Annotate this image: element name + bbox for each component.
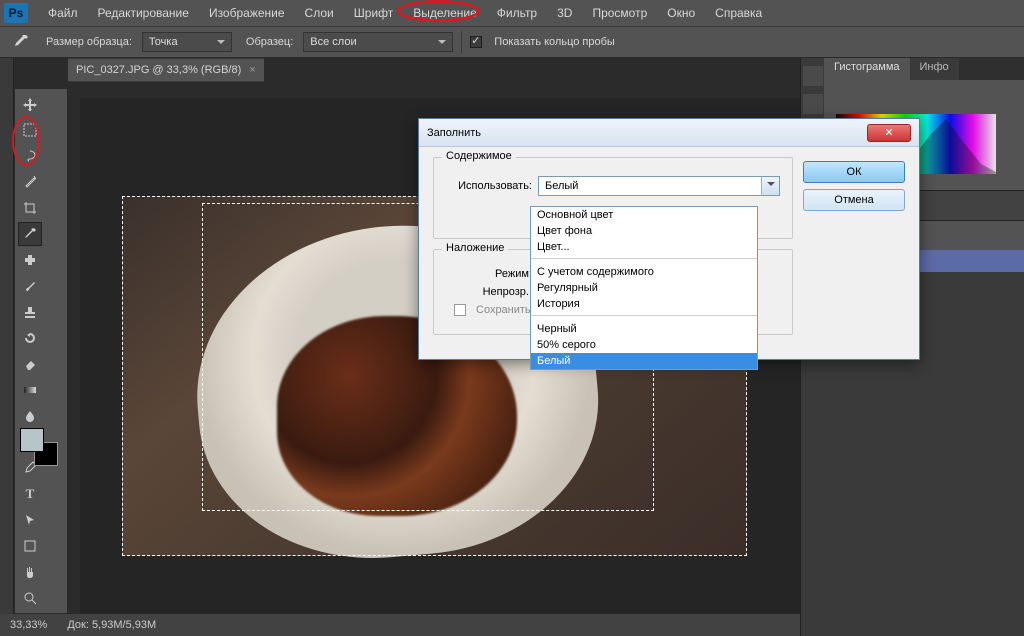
combo-dropdown-icon[interactable]: [761, 177, 779, 195]
sample-size-label: Размер образца:: [46, 36, 132, 48]
tab-info[interactable]: Инфо: [910, 58, 959, 80]
sample-value: Все слои: [310, 36, 356, 48]
left-dock-edge: [0, 58, 14, 636]
cancel-button[interactable]: Отмена: [803, 189, 905, 211]
gradient-tool[interactable]: [18, 378, 42, 402]
history-brush-tool[interactable]: [18, 326, 42, 350]
dialog-close-button[interactable]: ✕: [867, 124, 911, 142]
eyedropper-tool[interactable]: [18, 222, 42, 246]
menu-layer[interactable]: Слои: [295, 4, 344, 22]
document-tab[interactable]: PIC_0327.JPG @ 33,3% (RGB/8) ×: [68, 59, 264, 81]
color-swatches[interactable]: [14, 426, 68, 468]
type-tool[interactable]: T: [18, 482, 42, 506]
menu-3d[interactable]: 3D: [547, 4, 582, 22]
panel-tabs: Гистограмма Инфо: [824, 58, 1024, 80]
dropdown-item[interactable]: Черный: [531, 321, 757, 337]
show-ring-checkbox[interactable]: [470, 36, 482, 48]
options-bar: Размер образца: Точка Образец: Все слои …: [0, 26, 1024, 58]
document-tabs: PIC_0327.JPG @ 33,3% (RGB/8) ×: [68, 58, 264, 82]
sample-size-select[interactable]: Точка: [142, 32, 232, 52]
cancel-label: Отмена: [834, 194, 873, 206]
menu-type[interactable]: Шрифт: [344, 4, 403, 22]
marquee-tool[interactable]: [18, 118, 42, 142]
path-select-tool[interactable]: [18, 508, 42, 532]
document-tab-label: PIC_0327.JPG @ 33,3% (RGB/8): [76, 64, 241, 76]
use-dropdown-list[interactable]: Основной цветЦвет фонаЦвет... С учетом со…: [530, 206, 758, 370]
move-tool[interactable]: [18, 92, 42, 116]
healing-tool[interactable]: [18, 248, 42, 272]
dropdown-item[interactable]: Основной цвет: [531, 207, 757, 223]
dropdown-item[interactable]: Регулярный: [531, 280, 757, 296]
close-tab-icon[interactable]: ×: [249, 64, 255, 76]
dialog-titlebar[interactable]: Заполнить ✕: [419, 119, 919, 147]
use-combobox[interactable]: Белый: [538, 176, 780, 196]
ok-button[interactable]: ОК: [803, 161, 905, 183]
foreground-swatch[interactable]: [20, 428, 44, 452]
show-ring-label: Показать кольцо пробы: [494, 36, 615, 48]
menu-bar: Ps Файл Редактирование Изображение Слои …: [0, 0, 1024, 26]
blur-tool[interactable]: [18, 404, 42, 428]
sample-select[interactable]: Все слои: [303, 32, 453, 52]
menu-window[interactable]: Окно: [657, 4, 705, 22]
menu-view[interactable]: Просмотр: [582, 4, 657, 22]
menu-image[interactable]: Изображение: [199, 4, 295, 22]
lasso-tool[interactable]: [18, 144, 42, 168]
dock-icon[interactable]: [803, 94, 823, 114]
blending-legend: Наложение: [442, 242, 508, 254]
hand-tool[interactable]: [18, 560, 42, 584]
shape-tool[interactable]: [18, 534, 42, 558]
menu-filter[interactable]: Фильтр: [487, 4, 547, 22]
menu-select-label: Выделение: [413, 6, 477, 20]
eyedropper-tool-icon[interactable]: [10, 32, 32, 52]
app-logo: Ps: [4, 3, 28, 23]
toolbox: T: [14, 88, 68, 614]
menu-file[interactable]: Файл: [38, 4, 88, 22]
opacity-label: Непрозр.:: [446, 286, 532, 298]
content-legend: Содержимое: [442, 150, 516, 162]
dialog-title: Заполнить: [427, 127, 867, 139]
sample-label: Образец:: [246, 36, 293, 48]
stamp-tool[interactable]: [18, 300, 42, 324]
crop-tool[interactable]: [18, 196, 42, 220]
ok-label: ОК: [847, 166, 862, 178]
dropdown-item[interactable]: Цвет...: [531, 239, 757, 255]
dock-icon[interactable]: [803, 66, 823, 86]
separator: [461, 31, 462, 53]
zoom-tool[interactable]: [18, 586, 42, 610]
mode-label: Режим:: [446, 268, 532, 280]
preserve-checkbox[interactable]: [454, 304, 466, 316]
tab-histogram[interactable]: Гистограмма: [824, 58, 910, 80]
dropdown-item[interactable]: С учетом содержимого: [531, 264, 757, 280]
docsize: Док: 5,93M/5,93M: [67, 619, 156, 631]
dropdown-item[interactable]: История: [531, 296, 757, 312]
wand-tool[interactable]: [18, 170, 42, 194]
dropdown-item[interactable]: Белый: [531, 353, 757, 369]
brush-tool[interactable]: [18, 274, 42, 298]
zoom-readout[interactable]: 33,33%: [10, 619, 47, 631]
menu-select[interactable]: Выделение: [403, 4, 487, 22]
eraser-tool[interactable]: [18, 352, 42, 376]
menu-edit[interactable]: Редактирование: [88, 4, 199, 22]
menu-help[interactable]: Справка: [705, 4, 772, 22]
sample-size-value: Точка: [149, 36, 178, 48]
dropdown-item[interactable]: 50% серого: [531, 337, 757, 353]
dropdown-item[interactable]: Цвет фона: [531, 223, 757, 239]
use-label: Использовать:: [446, 180, 532, 192]
use-value: Белый: [545, 180, 578, 192]
